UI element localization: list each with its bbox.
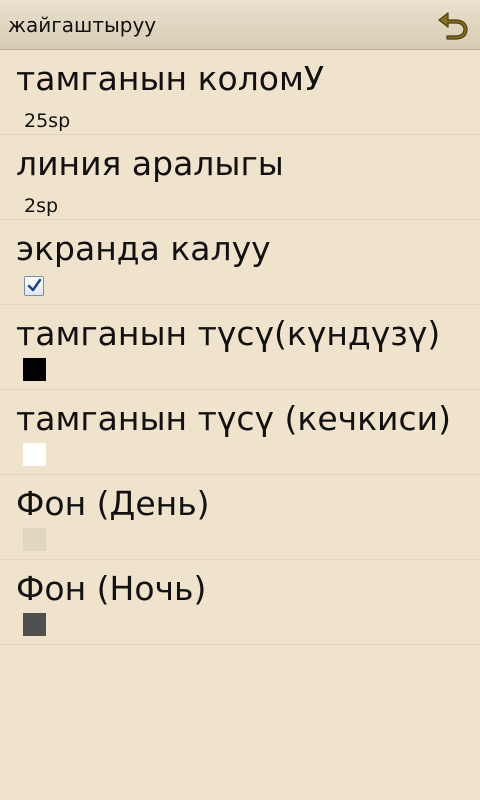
setting-value: 2sp xyxy=(24,195,59,217)
setting-line-spacing[interactable]: линия аралыгы 2sp xyxy=(0,135,480,220)
color-swatch-font-day[interactable] xyxy=(23,358,46,381)
setting-font-size[interactable]: тамганын коломУ 25sp xyxy=(0,50,480,135)
checkmark-icon xyxy=(27,278,42,292)
back-arrow-icon xyxy=(438,12,468,40)
setting-background-day[interactable]: Фон (День) xyxy=(0,475,480,560)
keep-screen-checkbox[interactable] xyxy=(24,276,44,296)
settings-list: тамганын коломУ 25sp линия аралыгы 2sp э… xyxy=(0,50,480,645)
color-swatch-bg-night[interactable] xyxy=(23,613,46,636)
setting-title: тамганын түсү(күндүзү) xyxy=(16,314,441,353)
setting-title: линия аралыгы xyxy=(16,144,284,183)
back-button[interactable] xyxy=(434,6,472,44)
setting-background-night[interactable]: Фон (Ночь) xyxy=(0,560,480,645)
setting-value: 25sp xyxy=(24,110,71,132)
title-bar: жайгаштыруу xyxy=(0,0,480,50)
setting-keep-screen-on[interactable]: экранда калуу xyxy=(0,220,480,305)
setting-font-color-night[interactable]: тамганын түсү (кечкиси) xyxy=(0,390,480,475)
setting-title: Фон (Ночь) xyxy=(16,569,207,608)
page-title: жайгаштыруу xyxy=(8,13,157,37)
setting-title: тамганын коломУ xyxy=(16,59,325,98)
setting-title: Фон (День) xyxy=(16,484,210,523)
color-swatch-font-night[interactable] xyxy=(23,443,46,466)
setting-title: тамганын түсү (кечкиси) xyxy=(16,399,451,438)
setting-font-color-day[interactable]: тамганын түсү(күндүзү) xyxy=(0,305,480,390)
setting-title: экранда калуу xyxy=(16,229,271,268)
color-swatch-bg-day[interactable] xyxy=(23,528,46,551)
